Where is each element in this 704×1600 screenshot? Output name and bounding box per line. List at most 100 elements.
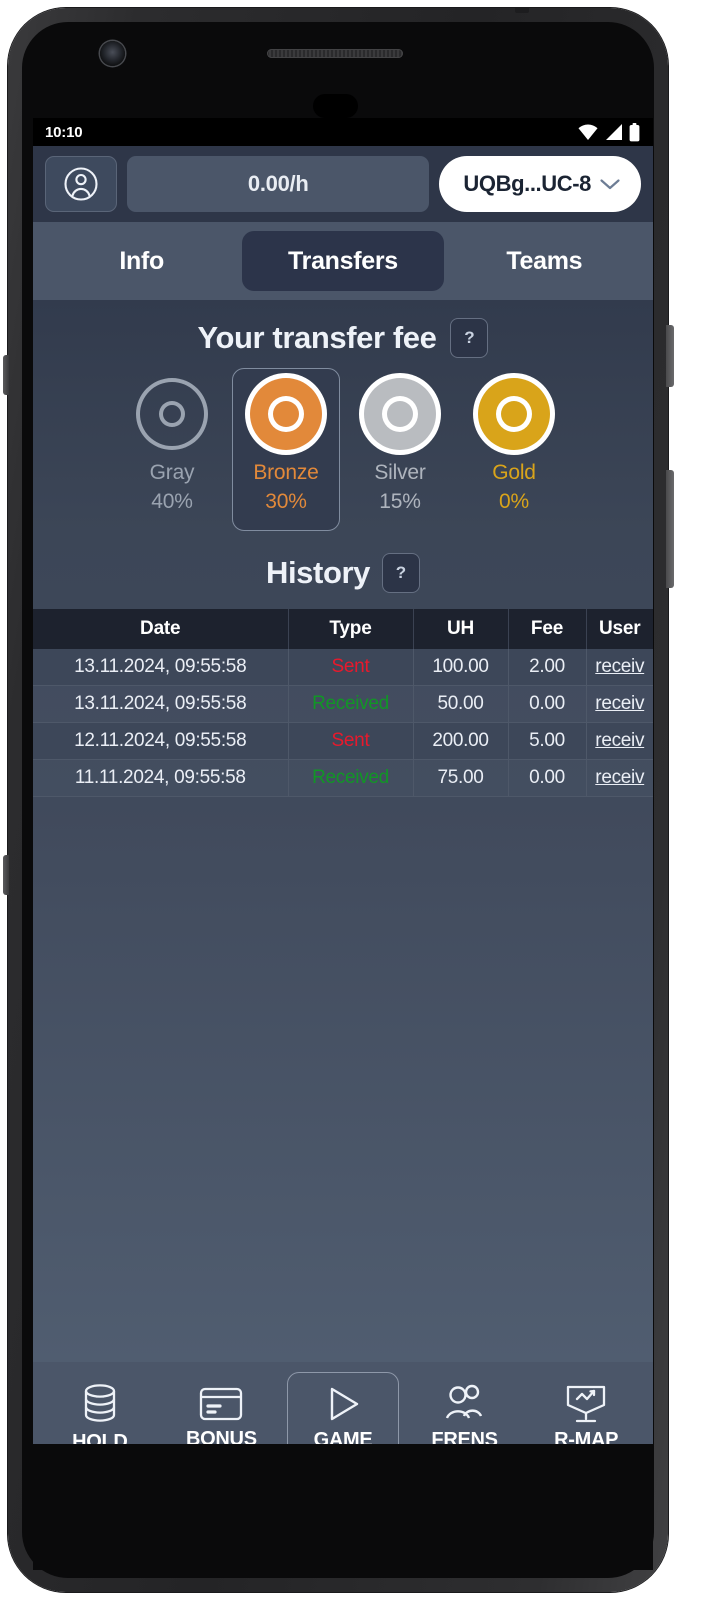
section-tabs: Info Transfers Teams [33,222,653,300]
column-header-uh[interactable]: UH [413,608,509,649]
cell-uh: 75.00 [413,759,509,798]
fee-tier-gold[interactable]: Gold 0% [460,368,568,531]
fee-tier-bronze-name: Bronze [253,461,319,484]
history-header: History ? [33,552,653,593]
volume-button[interactable] [666,470,674,588]
table-row[interactable]: 13.11.2024, 09:55:58 Received 50.00 0.00… [33,685,653,724]
tab-info-label: Info [119,246,164,275]
cell-date: 11.11.2024, 09:55:58 [33,759,289,798]
column-header-user[interactable]: User [586,609,653,649]
nav-item-bonus-label: BONUS [186,1428,257,1444]
gold-coin-icon [478,378,550,450]
chart-board-icon [567,1385,606,1423]
nav-item-hold[interactable]: HOLD [44,1372,156,1444]
cell-fee: 0.00 [508,759,587,798]
history-help-button[interactable]: ? [382,552,420,593]
nav-item-hold-label: HOLD [72,1431,128,1444]
nav-item-game[interactable]: GAME [286,1371,399,1444]
cell-fee: 2.00 [508,648,587,687]
cell-type: Received [288,685,414,724]
tab-teams-label: Teams [506,246,583,275]
power-button[interactable] [666,325,674,387]
camera-punch-hole [313,94,358,118]
chevron-down-icon [600,179,620,190]
play-icon [330,1387,359,1421]
nav-item-rmap-label: R-MAP [554,1429,619,1444]
cell-date: 13.11.2024, 09:55:58 [33,648,289,687]
cell-uh: 100.00 [413,648,509,687]
front-camera-icon [100,41,125,66]
wallet-selector[interactable]: UQBg...UC-8 [439,156,641,212]
fee-tier-list: Gray 40% Bronze 30% Silver 15% Gold 0% [33,368,653,531]
left-side-button-top[interactable] [3,355,9,395]
main-content: Your transfer fee ? Gray 40% Bronze 30% [33,300,653,1362]
profile-button[interactable] [45,156,117,212]
user-circle-icon [64,167,98,201]
cell-user-link[interactable]: receiv [595,656,644,677]
history-table-head: Date Type UH Fee User [33,608,653,649]
gray-coin-icon [136,378,208,450]
cell-uh: 200.00 [413,722,509,761]
silver-coin-icon [364,378,436,450]
cell-type: Received [288,759,414,798]
column-header-date[interactable]: Date [33,608,289,649]
nav-item-rmap[interactable]: R-MAP [530,1372,642,1444]
history-table-wrapper: Date Type UH Fee User 13.11.2024, 09:55:… [33,608,653,798]
tab-transfers[interactable]: Transfers [242,231,444,291]
phone-screen: 10:10 0.00/h UQBg...UC-8 Info Transfers … [33,118,653,1444]
hashrate-value: 0.00/h [247,171,309,196]
cell-uh: 50.00 [413,685,509,724]
people-icon [445,1384,482,1419]
cell-user-link[interactable]: receiv [595,693,644,714]
fee-tier-silver-percent: 15% [379,489,421,513]
battery-icon [629,122,640,141]
fee-tier-gray-name: Gray [149,461,195,484]
fee-tier-gold-percent: 0% [499,489,529,513]
table-row[interactable]: 11.11.2024, 09:55:58 Received 75.00 0.00… [33,759,653,798]
left-side-button-bottom[interactable] [3,855,9,895]
frame-antenna-nub [515,8,529,13]
coin-stack-icon [84,1384,115,1422]
status-bar-icons [577,122,640,142]
cell-fee: 0.00 [508,685,587,724]
cell-date: 13.11.2024, 09:55:58 [33,685,289,724]
fee-tier-gray[interactable]: Gray 40% [118,368,226,531]
fee-tier-bronze[interactable]: Bronze 30% [232,368,340,531]
nav-item-bonus[interactable]: BONUS [165,1372,277,1444]
fee-tier-silver[interactable]: Silver 15% [346,368,454,531]
hashrate-display: 0.00/h [127,156,430,212]
column-header-type[interactable]: Type [288,608,414,649]
bottom-navigation: HOLD BONUS GAME FRENS R-MAP [33,1362,653,1444]
nav-item-frens[interactable]: FRENS [409,1372,521,1444]
status-bar-clock: 10:10 [45,123,83,141]
history-table-body: 13.11.2024, 09:55:58 Sent 100.00 2.00 re… [33,648,653,798]
fee-tier-gray-percent: 40% [151,489,193,513]
tab-transfers-label: Transfers [288,246,398,275]
app-top-bar: 0.00/h UQBg...UC-8 [33,146,653,222]
earpiece-speaker [267,49,403,58]
history-title: History [265,554,370,590]
history-table: Date Type UH Fee User 13.11.2024, 09:55:… [33,608,653,798]
tab-teams[interactable]: Teams [444,231,645,291]
column-header-fee[interactable]: Fee [508,608,587,649]
cell-user-link[interactable]: receiv [595,730,644,751]
cell-user-link[interactable]: receiv [595,767,644,788]
tab-info[interactable]: Info [41,231,242,291]
transfer-fee-header: Your transfer fee ? [33,300,653,358]
table-row[interactable]: 13.11.2024, 09:55:58 Sent 100.00 2.00 re… [33,648,653,687]
transfer-fee-help-button[interactable]: ? [450,318,489,358]
wifi-icon [578,124,598,140]
nav-item-frens-label: FRENS [431,1429,498,1444]
table-row[interactable]: 12.11.2024, 09:55:58 Sent 200.00 5.00 re… [33,722,653,761]
cell-type: Sent [288,648,414,687]
credit-card-icon [200,1387,243,1421]
phone-bottom-chin [33,1444,653,1570]
cell-date: 12.11.2024, 09:55:58 [33,722,289,761]
fee-tier-silver-name: Silver [374,461,426,484]
bronze-coin-icon [250,378,322,450]
cell-type: Sent [288,722,414,761]
transfer-fee-title: Your transfer fee [197,320,437,355]
nav-item-game-label: GAME [313,1429,373,1444]
wallet-address-label: UQBg...UC-8 [463,171,591,196]
history-header-row: Date Type UH Fee User [33,608,653,649]
